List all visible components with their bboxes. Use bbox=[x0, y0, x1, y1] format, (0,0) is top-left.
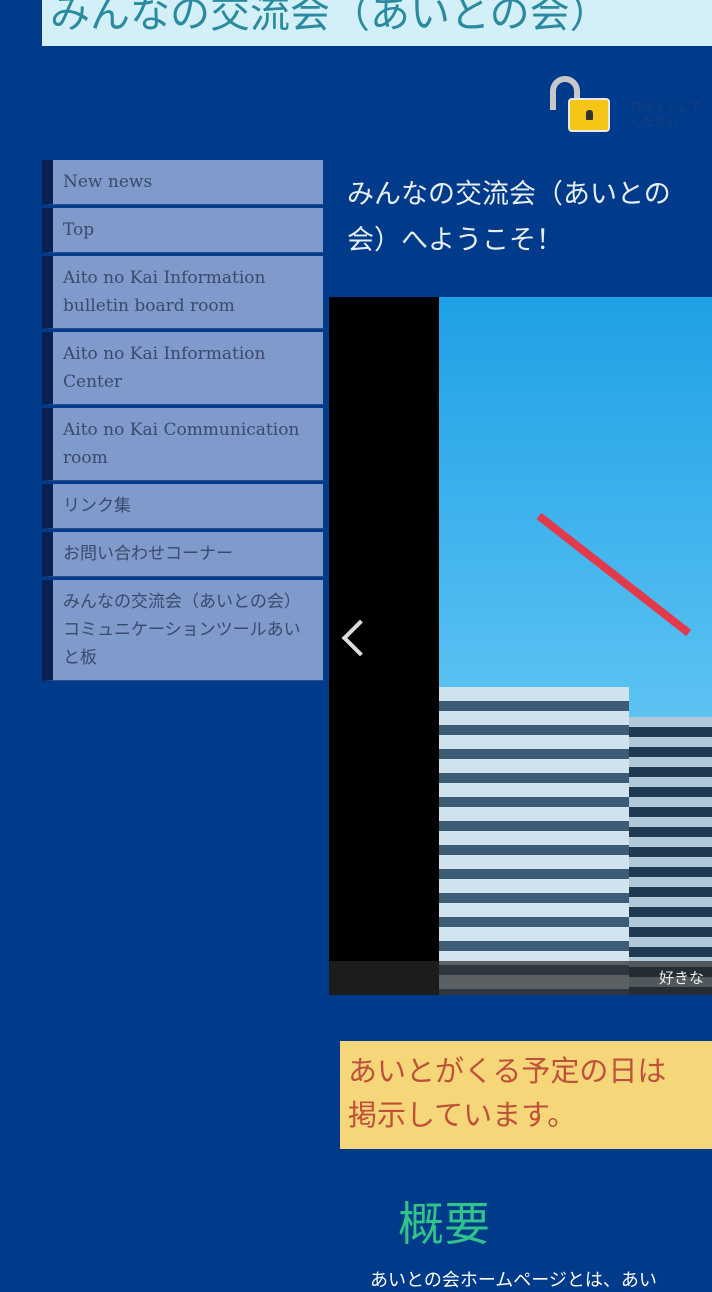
image-slider[interactable]: 好きな bbox=[329, 297, 712, 995]
page-title: みんなの交流会（あいとの会）へようこそ！ bbox=[347, 179, 671, 256]
site-title[interactable]: みんなの交流会（あいとの会） bbox=[42, 0, 712, 46]
sidebar-item-information-center[interactable]: Aito no Kai Information Center bbox=[42, 332, 323, 405]
building bbox=[439, 687, 629, 995]
sidebar-item-aito-board[interactable]: みんなの交流会（あいとの会）コミュニケーションツールあいと板 bbox=[42, 580, 323, 681]
login-label[interactable]: ログインしてください bbox=[630, 100, 710, 130]
sidebar-item-bulletin-board[interactable]: Aito no Kai Information bulletin board r… bbox=[42, 256, 323, 329]
login-link[interactable]: ログインしてください bbox=[546, 74, 712, 134]
sidebar-item-new-news[interactable]: New news bbox=[42, 160, 323, 205]
sidebar-item-links[interactable]: リンク集 bbox=[42, 484, 323, 529]
sidebar-item-contact[interactable]: お問い合わせコーナー bbox=[42, 532, 323, 577]
notice-line: 掲示しています。 bbox=[348, 1098, 577, 1132]
notice-line: あいとがくる予定の日は bbox=[348, 1054, 667, 1088]
sidebar-item-top[interactable]: Top bbox=[42, 208, 323, 253]
section-title: 概要 bbox=[398, 1197, 490, 1251]
crane bbox=[536, 512, 692, 637]
slide-image bbox=[439, 297, 712, 995]
sidebar-item-communication-room[interactable]: Aito no Kai Communication room bbox=[42, 408, 323, 481]
notice-box: あいとがくる予定の日は 掲示しています。 bbox=[340, 1041, 712, 1149]
sidebar-nav: New news Top Aito no Kai Information bul… bbox=[42, 160, 323, 684]
chevron-left-icon[interactable] bbox=[337, 617, 367, 661]
slide-caption: 好きな bbox=[329, 961, 712, 995]
building bbox=[629, 717, 712, 995]
section-text: あいとの会ホームページとは、あい bbox=[370, 1270, 657, 1291]
